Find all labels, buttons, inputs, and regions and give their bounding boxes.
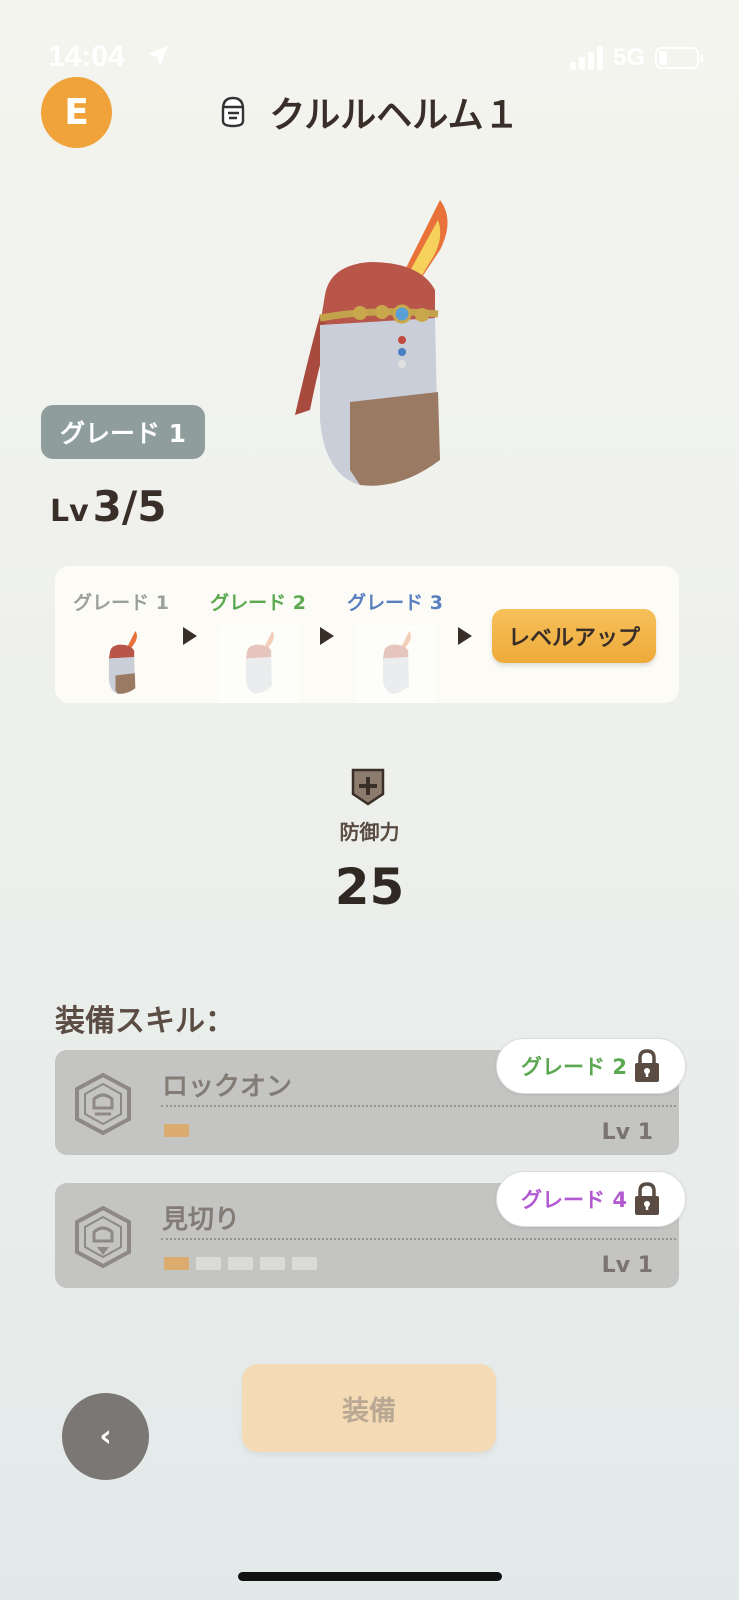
grade-stage-3: グレード 3 — [340, 588, 450, 703]
defense-label: 防御力 — [339, 820, 400, 844]
level-label: Lv — [50, 494, 89, 529]
skill-pip — [164, 1257, 189, 1270]
grade-1-thumbnail — [81, 625, 161, 703]
arrow-right-icon — [458, 627, 472, 645]
grade-progression-card: グレード 1 グレード 2 グレード 3 レベルアップ — [55, 566, 679, 703]
skill-hex-icon — [75, 1072, 131, 1136]
defense-value: 25 — [334, 858, 405, 916]
page-title: クルルヘルム１ — [269, 95, 520, 136]
level-display: Lv 3/5 — [50, 482, 166, 531]
grade-pill: グレード 1 — [41, 405, 205, 459]
unlock-grade-badge: グレード 4 — [496, 1171, 686, 1227]
grade-stage-label: グレード 1 — [73, 592, 169, 614]
skill-pip — [228, 1257, 253, 1270]
skill-level-pips — [164, 1257, 317, 1270]
lock-icon — [634, 1182, 659, 1215]
chevron-left-icon: ‹ — [99, 1419, 112, 1454]
equip-button[interactable]: 装備 — [242, 1364, 496, 1452]
divider — [161, 1238, 676, 1240]
header: クルルヘルム１ — [0, 86, 739, 138]
skill-pip — [196, 1257, 221, 1270]
unlock-grade-badge: グレード 2 — [496, 1038, 686, 1094]
grade-3-thumbnail — [355, 625, 435, 703]
skill-pip — [260, 1257, 285, 1270]
grade-stage-label: グレード 2 — [210, 592, 306, 614]
lock-icon — [634, 1049, 659, 1082]
grade-stage-2: グレード 2 — [203, 588, 313, 703]
skill-name: ロックオン — [162, 1072, 293, 1102]
skill-level: Lv 1 — [601, 1253, 653, 1278]
level-value: 3/5 — [92, 482, 167, 531]
unlock-grade-label: グレード 2 — [521, 1055, 627, 1079]
skill-level: Lv 1 — [601, 1120, 653, 1145]
network-label: 5G — [612, 44, 645, 71]
skill-hex-icon — [75, 1205, 131, 1269]
helmet-icon — [222, 96, 245, 128]
back-button[interactable]: ‹ — [62, 1393, 149, 1480]
helmet-image — [295, 200, 448, 486]
grade-stage-1: グレード 1 — [66, 588, 176, 703]
skill-pip — [292, 1257, 317, 1270]
location-arrow-icon — [148, 46, 168, 66]
battery-icon — [655, 47, 703, 69]
grade-2-thumbnail — [218, 625, 298, 703]
skill-name: 見切り — [162, 1205, 241, 1235]
status-bar: 14:04 5G — [0, 38, 739, 78]
arrow-right-icon — [320, 627, 334, 645]
signal-icon — [569, 46, 603, 70]
level-up-button[interactable]: レベルアップ — [492, 609, 656, 663]
defense-shield-icon — [351, 768, 385, 806]
unlock-grade-label: グレード 4 — [521, 1188, 627, 1212]
home-indicator[interactable] — [238, 1572, 502, 1581]
arrow-right-icon — [183, 627, 197, 645]
divider — [161, 1105, 676, 1107]
status-time: 14:04 — [48, 40, 125, 73]
skill-pip — [164, 1124, 189, 1137]
skill-level-pips — [164, 1124, 189, 1137]
skills-heading: 装備スキル： — [55, 1004, 235, 1039]
grade-stage-label: グレード 3 — [347, 592, 443, 614]
